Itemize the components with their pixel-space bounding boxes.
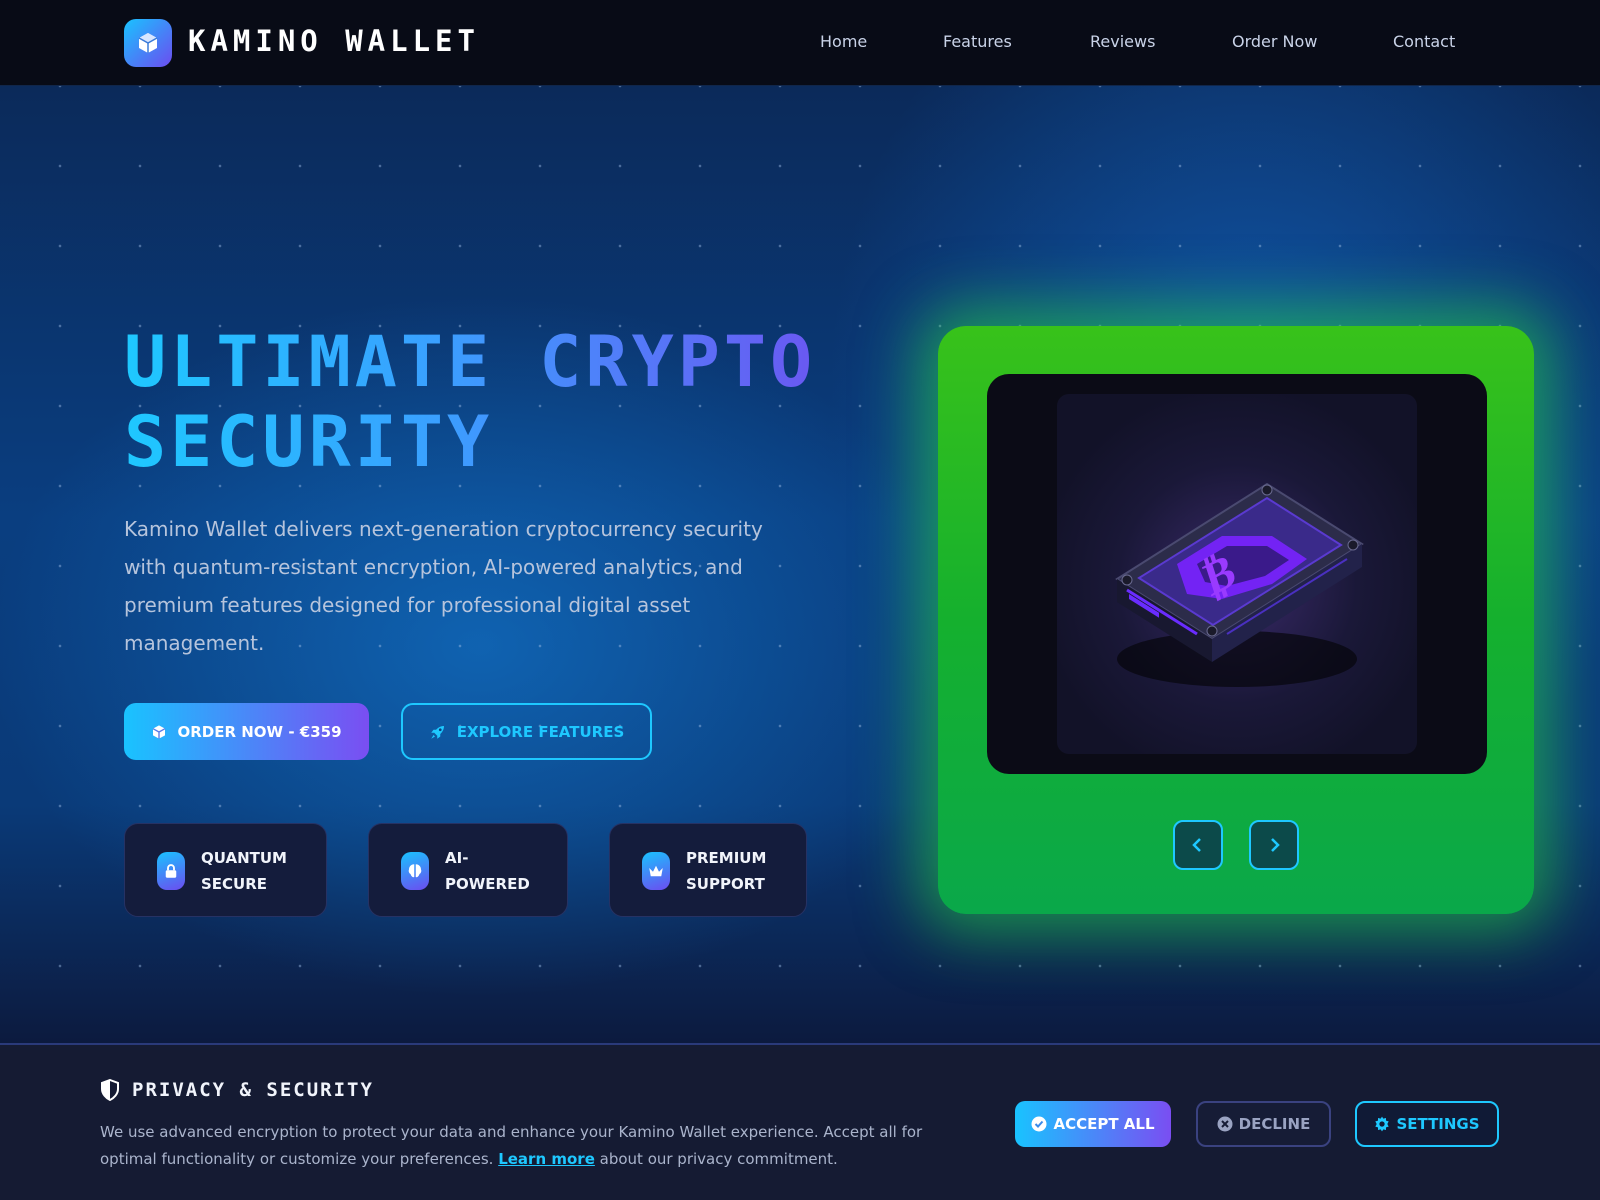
hero-section: ULTIMATE CRYPTO SECURITY Kamino Wallet d… [0,86,1600,1044]
settings-button[interactable]: SETTINGS [1355,1101,1499,1147]
decline-label: DECLINE [1238,1115,1311,1133]
product-image: ₿ [1057,394,1417,754]
explore-features-button[interactable]: EXPLORE FEATURES [401,703,652,760]
nav-features[interactable]: Features [943,32,1012,51]
feature-label: PREMIUM [686,849,767,867]
product-showcase-frame: ₿ [938,326,1534,914]
product-image-panel: ₿ [987,374,1487,774]
logo-text[interactable]: KAMINO WALLET [188,24,480,58]
box-icon [153,724,166,739]
feature-label: QUANTUM [201,849,287,867]
feature-label: SECURE [201,875,268,893]
privacy-title-text: PRIVACY & SECURITY [132,1079,374,1101]
hero-title-line-1: ULTIMATE CRYPTO [124,321,817,403]
decline-button[interactable]: DECLINE [1196,1101,1331,1147]
hero-description: Kamino Wallet delivers next-generation c… [124,517,763,655]
site-header: KAMINO WALLET Home Features Reviews Orde… [0,0,1600,86]
accept-all-button[interactable]: ACCEPT ALL [1015,1101,1171,1147]
carousel-prev-button[interactable] [1173,820,1223,870]
nav-home[interactable]: Home [820,32,867,51]
settings-label: SETTINGS [1396,1115,1480,1133]
chevron-right-icon [1271,838,1280,852]
feature-label: POWERED [445,875,530,893]
privacy-text: We use advanced encryption to protect yo… [100,1119,960,1173]
privacy-banner-title: PRIVACY & SECURITY [100,1079,374,1101]
explore-features-label: EXPLORE FEATURES [456,722,625,741]
feature-label: SUPPORT [686,875,765,893]
logo-cube-icon[interactable] [124,19,172,67]
carousel-next-button[interactable] [1249,820,1299,870]
order-now-button[interactable]: ORDER NOW - €359 [124,703,369,760]
learn-more-link[interactable]: Learn more [498,1150,595,1168]
nav-contact[interactable]: Contact [1393,32,1455,51]
hero-title-line-2: SECURITY [124,401,494,483]
nav-reviews[interactable]: Reviews [1090,32,1155,51]
feature-card-ai-powered: AI- POWERED [368,823,568,917]
hero-title: ULTIMATE CRYPTO SECURITY [124,322,816,482]
check-circle-icon [1031,1116,1047,1132]
crown-icon [642,852,670,890]
gear-icon [1375,1116,1390,1132]
accept-all-label: ACCEPT ALL [1053,1115,1155,1133]
brain-icon [401,852,429,890]
chevron-left-icon [1192,838,1201,852]
lock-icon [157,852,185,890]
feature-card-premium-support: PREMIUM SUPPORT [609,823,807,917]
feature-label: AI- [445,849,469,867]
x-circle-icon [1217,1116,1233,1132]
nav-order-now[interactable]: Order Now [1232,32,1317,51]
feature-card-quantum-secure: QUANTUM SECURE [124,823,327,917]
shield-icon [101,1079,119,1101]
bitcoin-wallet-icon: ₿ [1115,482,1364,687]
order-now-label: ORDER NOW - €359 [177,722,342,741]
privacy-text-after: about our privacy commitment. [594,1150,838,1168]
rocket-icon [430,725,444,739]
